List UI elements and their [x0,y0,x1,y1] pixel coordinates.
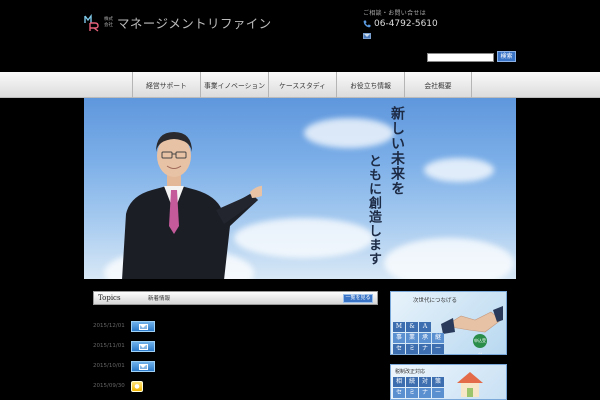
banner-char: 対 [419,377,431,387]
banner-caption: 税制改正対応 [395,369,426,375]
view-all-topics-button[interactable]: 一覧を見る [343,294,373,303]
banner-char: ナ [419,388,431,398]
hero-banner: 新しい未来を ともに創造します [84,98,516,279]
mail-icon[interactable] [131,320,155,332]
banner-heading-row: 相 続 対 策 [393,377,444,387]
search-button[interactable]: 検索 [497,51,516,62]
banner-heading-row: セ ミ ナ ー [393,388,444,398]
inheritance-seminar-banner[interactable]: 税制改正対応 相 続 対 策 セ ミ ナ ー [390,364,507,400]
banner-char: M [393,322,405,332]
businessman-photo [122,132,262,279]
logo-small-text: 会社 [104,22,113,28]
banner-char [432,322,444,332]
topic-item[interactable]: 2015/10/01 [93,359,155,373]
banner-char: ミ [406,388,418,398]
topic-date: 2015/10/01 [93,363,125,369]
banner-char: 承 [419,333,431,343]
banner-heading-row: 事 業 承 継 [393,333,444,343]
main-nav: 経営サポート 事業イノベーション ケーススタディ お役立ち情報 会社概要 [132,72,472,98]
logo-corporate-type: 株式 会社 [104,17,113,29]
phone-number: 06-4792-5610 [374,19,438,29]
banner-char: 続 [406,377,418,387]
banner-char: ー [432,344,444,354]
accepting-applications-badge: 申込受付 [473,334,487,354]
banner-char: 策 [432,377,444,387]
banner-char: ナ [419,344,431,354]
main-nav-bar: 経営サポート 事業イノベーション ケーススタディ お役立ち情報 会社概要 [0,72,600,98]
logo-mark-icon [84,13,100,32]
mail-icon[interactable] [131,360,155,372]
contact-phone[interactable]: 06-4792-5610 [363,19,438,29]
banner-char: A [419,322,431,332]
banner-char: & [406,322,418,332]
banner-char: セ [393,388,405,398]
topic-date: 2015/11/01 [93,343,125,349]
nav-item-company-profile[interactable]: 会社概要 [404,72,472,98]
topic-item[interactable]: 2015/09/30 ● [93,379,143,393]
hero-tagline-line2: ともに創造します [366,154,381,266]
house-icon [457,372,483,397]
nav-item-business-innovation[interactable]: 事業イノベーション [200,72,268,98]
banner-heading-row: M & A [393,322,444,332]
company-name: マネージメントリファイン [117,16,272,31]
phone-icon [363,20,371,28]
topics-header: Topics 新着情報 一覧を見る [93,291,378,305]
nav-item-case-study[interactable]: ケーススタディ [268,72,336,98]
hero-tagline: 新しい未来を ともに創造します [364,106,407,276]
banner-char: ー [432,388,444,398]
banner-heading-row: セ ミ ナ ー [393,344,444,354]
topic-date: 2015/12/01 [93,323,125,329]
search-input[interactable] [427,53,494,62]
topic-item[interactable]: 2015/12/01 [93,319,155,333]
hero-tagline-line1: 新しい未来を [389,106,405,196]
topic-date: 2015/09/30 [93,383,125,389]
nav-item-useful-info[interactable]: お役立ち情報 [336,72,404,98]
banner-char: 継 [432,333,444,343]
company-logo[interactable]: 株式 会社 マネージメントリファイン [84,13,272,32]
contact-label: ご相談・お問い合せは [363,10,427,17]
handshake-icon [441,306,503,334]
nav-item-management-support[interactable]: 経営サポート [132,72,200,98]
banner-char: 相 [393,377,405,387]
contact-block: ご相談・お問い合せは 06-4792-5610 [363,8,438,39]
ma-succession-seminar-banner[interactable]: 次世代につなげる M & A 事 業 承 継 セ ミ ナ ー 申込受付 [390,291,507,355]
mail-icon[interactable] [131,340,155,352]
mail-icon[interactable] [363,33,371,39]
banner-char: セ [393,344,405,354]
topics-title: Topics [98,294,121,302]
banner-char: 業 [406,333,418,343]
topics-subtitle: 新着情報 [148,296,171,302]
banner-char: ミ [406,344,418,354]
bulb-icon[interactable]: ● [131,380,143,392]
banner-char: 事 [393,333,405,343]
cloud [424,158,494,182]
topic-item[interactable]: 2015/11/01 [93,339,155,353]
site-header: 株式 会社 マネージメントリファイン ご相談・お問い合せは 06-4792-56… [0,0,600,72]
